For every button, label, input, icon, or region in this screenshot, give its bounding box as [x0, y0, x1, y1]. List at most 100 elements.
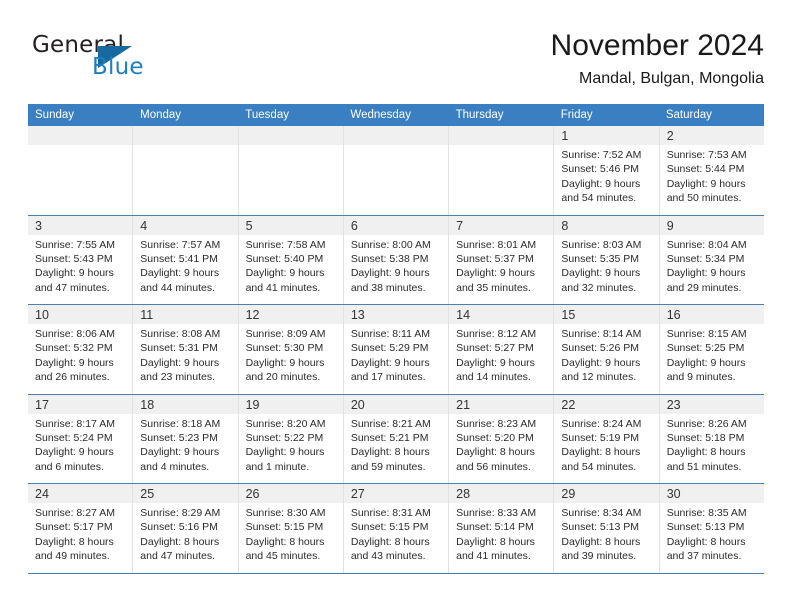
calendar-day-cell[interactable]: 27 Sunrise: 8:31 AM Sunset: 5:15 PM Dayligh…: [343, 484, 450, 573]
calendar-day-cell[interactable]: 5 Sunrise: 7:58 AM Sunset: 5:40 PM Daylight…: [238, 215, 344, 304]
daylight-text-line2: and 35 minutes.: [456, 281, 531, 294]
calendar-day-cell[interactable]: 14 Sunrise: 8:12 AM Sunset: 5:27 PM Dayligh…: [449, 305, 555, 394]
calendar-day-cell[interactable]: 13 Sunrise: 8:11 AM Sunset: 5:29 PM Dayligh…: [343, 305, 450, 394]
sunrise-text: Sunrise: 8:01 AM: [456, 238, 537, 251]
sunset-text: Sunset: 5:24 PM: [35, 431, 113, 444]
daylight-text-line1: Daylight: 9 hours: [140, 267, 220, 280]
calendar-day-cell[interactable]: 24 Sunrise: 8:27 AM Sunset: 5:17 PM Dayligh…: [28, 484, 134, 573]
calendar-day-cell-empty: [449, 126, 555, 215]
calendar-day-cell[interactable]: 12 Sunrise: 8:09 AM Sunset: 5:30 PM Dayligh…: [238, 305, 344, 394]
sunrise-text: Sunrise: 8:33 AM: [456, 507, 537, 519]
calendar-day-cell[interactable]: 21 Sunrise: 8:23 AM Sunset: 5:20 PM Dayligh…: [449, 394, 555, 483]
day-sun-info: Sunrise: 8:23 AM Sunset: 5:20 PM Daylight:…: [449, 414, 553, 475]
sunrise-text: Sunrise: 8:00 AM: [350, 238, 431, 251]
calendar-day-cell[interactable]: 11 Sunrise: 8:08 AM Sunset: 5:31 PM Dayligh…: [133, 305, 239, 394]
sunrise-text: Sunrise: 7:55 AM: [35, 238, 115, 251]
day-number-band: 13: [343, 305, 449, 324]
calendar-page: General Blue November 2024 Mandal, Bulga…: [0, 0, 792, 612]
calendar-day-cell[interactable]: 2 Sunrise: 7:53 AM Sunset: 5:44 PM Daylight…: [659, 126, 764, 215]
day-number-band: 27: [343, 484, 449, 503]
brand-name-blue: Blue: [92, 54, 144, 80]
calendar-day-cell[interactable]: 15 Sunrise: 8:14 AM Sunset: 5:26 PM Dayligh…: [554, 305, 660, 394]
day-number-band: [238, 126, 343, 145]
sunrise-text: Sunrise: 7:57 AM: [140, 238, 221, 251]
day-number: 17: [35, 397, 49, 412]
calendar-day-cell[interactable]: 3 Sunrise: 7:55 AM Sunset: 5:43 PM Daylight…: [28, 215, 134, 304]
calendar-day-cell[interactable]: 23 Sunrise: 8:26 AM Sunset: 5:18 PM Dayligh…: [659, 394, 764, 484]
sunrise-text: Sunrise: 8:23 AM: [456, 417, 537, 430]
calendar-day-cell-empty: [28, 126, 134, 215]
day-number: 2: [666, 129, 674, 143]
calendar-day-cell[interactable]: 7 Sunrise: 8:01 AM Sunset: 5:37 PM Daylight…: [449, 215, 555, 304]
daylight-text-line1: Daylight: 9 hours: [666, 177, 746, 190]
day-sun-info: Sunrise: 8:04 AM Sunset: 5:34 PM Daylight:…: [660, 235, 764, 296]
calendar-day-cell-empty: [133, 126, 239, 215]
calendar-day-cell[interactable]: 22 Sunrise: 8:24 AM Sunset: 5:19 PM Dayligh…: [554, 394, 660, 483]
daylight-text-line2: and 54 minutes.: [561, 192, 637, 205]
sunrise-text: Sunrise: 8:08 AM: [140, 328, 221, 340]
calendar-day-cell[interactable]: 28 Sunrise: 8:33 AM Sunset: 5:14 PM Dayligh…: [449, 484, 555, 573]
day-number: 5: [245, 218, 253, 233]
day-number-band: 5: [238, 215, 343, 235]
day-number: 11: [140, 308, 154, 322]
daylight-text-line1: Daylight: 9 hours: [140, 356, 220, 369]
day-number: 18: [140, 397, 155, 412]
daylight-text-line1: Daylight: 9 hours: [140, 446, 220, 459]
calendar-day-cell[interactable]: 18 Sunrise: 8:18 AM Sunset: 5:23 PM Dayligh…: [133, 394, 239, 483]
calendar-day-cell[interactable]: 26 Sunrise: 8:30 AM Sunset: 5:15 PM Dayligh…: [238, 484, 344, 573]
day-number-band: 3: [28, 215, 133, 235]
calendar-day-cell[interactable]: 19 Sunrise: 8:20 AM Sunset: 5:22 PM Dayligh…: [238, 394, 344, 483]
calendar-day-cell[interactable]: 1 Sunrise: 7:52 AM Sunset: 5:46 PM Daylight…: [554, 126, 660, 215]
brand-logo: General Blue: [32, 32, 212, 88]
sunrise-text: Sunrise: 8:04 AM: [666, 238, 747, 251]
day-number: 10: [35, 308, 49, 322]
page-subtitle: Mandal, Bulgan, Mongolia: [578, 70, 764, 87]
calendar-week-row: 10 Sunrise: 8:06 AM Sunset: 5:32 PM Dayligh…: [28, 304, 764, 394]
sunset-text: Sunset: 5:25 PM: [666, 342, 745, 355]
daylight-text-line1: Daylight: 9 hours: [35, 267, 114, 280]
daylight-text-line1: Daylight: 9 hours: [561, 177, 641, 190]
day-sun-info: Sunrise: 8:17 AM Sunset: 5:24 PM Daylight:…: [28, 414, 132, 475]
day-number: 25: [140, 487, 155, 501]
calendar-day-cell[interactable]: 16 Sunrise: 8:15 AM Sunset: 5:25 PM Dayligh…: [659, 305, 764, 394]
daylight-text-line1: Daylight: 9 hours: [456, 356, 535, 369]
sunset-text: Sunset: 5:18 PM: [666, 431, 745, 444]
day-number: 4: [140, 218, 148, 233]
sunset-text: Sunset: 5:17 PM: [35, 521, 113, 534]
day-sun-info: Sunrise: 8:01 AM Sunset: 5:37 PM Daylight:…: [449, 235, 553, 296]
daylight-text-line2: and 41 minutes.: [245, 281, 321, 294]
calendar-day-cell[interactable]: 29 Sunrise: 8:34 AM Sunset: 5:13 PM Dayligh…: [554, 484, 660, 573]
day-number: 23: [666, 397, 681, 412]
calendar-day-cell[interactable]: 25 Sunrise: 8:29 AM Sunset: 5:16 PM Dayligh…: [133, 484, 239, 573]
day-sun-info: Sunrise: 8:35 AM Sunset: 5:13 PM Daylight:…: [660, 503, 764, 564]
calendar-day-cell[interactable]: 17 Sunrise: 8:17 AM Sunset: 5:24 PM Dayligh…: [28, 394, 134, 483]
calendar-day-cell[interactable]: 9 Sunrise: 8:04 AM Sunset: 5:34 PM Daylight…: [659, 215, 764, 305]
daylight-text-line2: and 47 minutes.: [35, 281, 110, 294]
calendar-day-cell[interactable]: 4 Sunrise: 7:57 AM Sunset: 5:41 PM Daylight…: [133, 215, 239, 304]
sunrise-text: Sunrise: 8:09 AM: [245, 328, 326, 340]
day-sun-info: Sunrise: 7:57 AM Sunset: 5:41 PM Daylight:…: [133, 235, 237, 296]
sunrise-text: Sunrise: 8:21 AM: [350, 417, 431, 430]
sunset-text: Sunset: 5:41 PM: [140, 252, 218, 265]
daylight-text-line2: and 39 minutes.: [561, 550, 637, 563]
weekday-thursday: Thursday: [455, 109, 504, 121]
day-sun-info: Sunrise: 8:00 AM Sunset: 5:38 PM Daylight:…: [344, 235, 448, 296]
daylight-text-line2: and 51 minutes.: [666, 460, 742, 473]
sunset-text: Sunset: 5:37 PM: [456, 252, 534, 265]
day-sun-info: Sunrise: 7:52 AM Sunset: 5:46 PM Daylight:…: [554, 145, 658, 206]
calendar-day-cell[interactable]: 8 Sunrise: 8:03 AM Sunset: 5:35 PM Daylight…: [554, 215, 660, 304]
calendar-day-cell[interactable]: 20 Sunrise: 8:21 AM Sunset: 5:21 PM Dayligh…: [343, 394, 450, 483]
calendar-week-row: 24 Sunrise: 8:27 AM Sunset: 5:17 PM Dayligh…: [28, 483, 764, 573]
calendar-day-cell[interactable]: 30 Sunrise: 8:35 AM Sunset: 5:13 PM Dayligh…: [659, 484, 764, 573]
daylight-text-line2: and 1 minute.: [245, 460, 310, 473]
calendar-day-cell[interactable]: 6 Sunrise: 8:00 AM Sunset: 5:38 PM Daylight…: [343, 215, 450, 304]
calendar-day-cell[interactable]: 10 Sunrise: 8:06 AM Sunset: 5:32 PM Dayligh…: [28, 305, 134, 394]
day-number-band: 24: [28, 484, 133, 503]
day-sun-info: Sunrise: 8:11 AM Sunset: 5:29 PM Daylight:…: [344, 324, 448, 385]
day-number: 27: [350, 487, 365, 501]
sunrise-text: Sunrise: 8:18 AM: [140, 417, 221, 430]
daylight-text-line2: and 59 minutes.: [350, 460, 426, 473]
daylight-text-line2: and 38 minutes.: [350, 281, 426, 294]
daylight-text-line1: Daylight: 8 hours: [561, 535, 641, 548]
daylight-text-line2: and 14 minutes.: [456, 371, 531, 384]
